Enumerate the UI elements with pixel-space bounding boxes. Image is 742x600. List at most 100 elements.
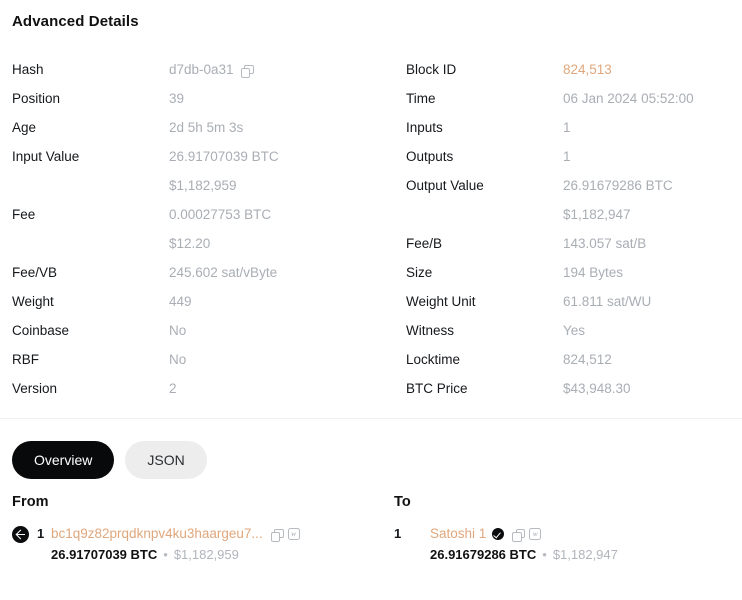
- detail-row-left-0: Hashd7db-0a31: [12, 60, 372, 89]
- to-index: 1: [394, 525, 430, 543]
- wallet-box-icon-glyph: w: [530, 529, 540, 539]
- detail-row-left-9: Version2: [12, 379, 372, 408]
- detail-row-right-3: Outputs1: [406, 147, 742, 176]
- to-separator: •: [542, 546, 547, 564]
- detail-value-text: 2d 5h 5m 3s: [169, 119, 243, 137]
- arrow-left-circle-icon: [12, 526, 29, 543]
- detail-value-text: 1: [563, 119, 571, 137]
- from-entry-body: bc1q9z82prqdknpv4ku3haargeu7... w 26.917…: [51, 525, 300, 564]
- detail-value: d7db-0a31: [169, 60, 252, 79]
- detail-value-text: 245.602 sat/vByte: [169, 264, 277, 282]
- from-title: From: [12, 494, 372, 510]
- detail-value-text: d7db-0a31: [169, 61, 234, 79]
- detail-row-left-4: Fee0.00027753 BTC$12.20: [12, 205, 372, 263]
- to-btc-amount: 26.91679286 BTC: [430, 546, 536, 564]
- tab-overview[interactable]: Overview: [12, 441, 114, 479]
- detail-value: 1: [563, 147, 571, 166]
- detail-value: 26.91679286 BTC $1,182,947: [563, 176, 673, 224]
- detail-label: Output Value: [406, 176, 563, 195]
- to-amount-line: 26.91679286 BTC • $1,182,947: [430, 546, 618, 564]
- from-address-line: bc1q9z82prqdknpv4ku3haargeu7... w: [51, 525, 300, 543]
- tab-json[interactable]: JSON: [125, 441, 206, 479]
- detail-label: Coinbase: [12, 321, 169, 340]
- detail-row-left-1: Position39: [12, 89, 372, 118]
- detail-label: Age: [12, 118, 169, 137]
- detail-label: Position: [12, 89, 169, 108]
- detail-row-right-7: Weight Unit61.811 sat/WU: [406, 292, 742, 321]
- from-separator: •: [163, 546, 168, 564]
- detail-value-secondary: $12.20: [169, 235, 271, 253]
- detail-value[interactable]: 824,513: [563, 60, 612, 79]
- section-divider: [0, 418, 742, 419]
- details-right-column: Block ID824,513Time06 Jan 2024 05:52:00I…: [406, 60, 742, 408]
- wallet-box-icon-glyph: w: [289, 529, 299, 539]
- detail-value-text: 39: [169, 90, 184, 108]
- detail-value-text: $43,948.30: [563, 380, 631, 398]
- detail-value: No: [169, 350, 186, 369]
- view-tabs: Overview JSON: [12, 441, 207, 479]
- detail-label: Fee: [12, 205, 169, 224]
- detail-value-text: 61.811 sat/WU: [563, 293, 651, 311]
- detail-value-primary: 26.91707039 BTC: [169, 148, 279, 166]
- copy-icon[interactable]: [271, 529, 282, 540]
- detail-value: 0.00027753 BTC$12.20: [169, 205, 271, 253]
- detail-value-text: 824,513: [563, 61, 612, 79]
- detail-value: Yes: [563, 321, 585, 340]
- detail-row-left-2: Age2d 5h 5m 3s: [12, 118, 372, 147]
- detail-value: No: [169, 321, 186, 340]
- detail-value-text: 2: [169, 380, 177, 398]
- detail-row-right-1: Time06 Jan 2024 05:52:00: [406, 89, 742, 118]
- copy-icon[interactable]: [512, 529, 523, 540]
- detail-value-text: 824,512: [563, 351, 612, 369]
- details-grid: Hashd7db-0a31Position39Age2d 5h 5m 3sInp…: [0, 60, 742, 408]
- wallet-box-icon[interactable]: w: [529, 528, 541, 540]
- detail-value-text: No: [169, 322, 186, 340]
- detail-label: RBF: [12, 350, 169, 369]
- detail-value: 143.057 sat/B: [563, 234, 646, 253]
- detail-value: 06 Jan 2024 05:52:00: [563, 89, 694, 108]
- advanced-details-panel: Advanced Details Hashd7db-0a31Position39…: [0, 0, 742, 600]
- from-btc-amount: 26.91707039 BTC: [51, 546, 157, 564]
- detail-label: Fee/B: [406, 234, 563, 253]
- detail-label: BTC Price: [406, 379, 563, 398]
- detail-label: Fee/VB: [12, 263, 169, 282]
- to-address[interactable]: Satoshi 1: [430, 525, 486, 543]
- detail-label: Size: [406, 263, 563, 282]
- to-title: To: [394, 494, 742, 510]
- detail-row-right-9: Locktime824,512: [406, 350, 742, 379]
- detail-row-right-5: Fee/B143.057 sat/B: [406, 234, 742, 263]
- from-amount-line: 26.91707039 BTC • $1,182,959: [51, 546, 300, 564]
- detail-row-right-4: Output Value26.91679286 BTC $1,182,947: [406, 176, 742, 234]
- from-usd-amount: $1,182,959: [174, 546, 239, 564]
- detail-label: Hash: [12, 60, 169, 79]
- details-left-column: Hashd7db-0a31Position39Age2d 5h 5m 3sInp…: [12, 60, 372, 408]
- verified-check-icon: [492, 528, 504, 540]
- detail-label: Outputs: [406, 147, 563, 166]
- detail-label: Time: [406, 89, 563, 108]
- detail-label: Locktime: [406, 350, 563, 369]
- detail-value: 824,512: [563, 350, 612, 369]
- from-index: 1: [29, 525, 51, 543]
- copy-icon[interactable]: [241, 65, 252, 76]
- detail-value: 2d 5h 5m 3s: [169, 118, 243, 137]
- detail-value: 245.602 sat/vByte: [169, 263, 277, 282]
- detail-value: 61.811 sat/WU: [563, 292, 651, 311]
- to-entry-body: Satoshi 1 w 26.91679286 BTC • $1,182,947: [430, 525, 618, 564]
- detail-row-left-5: Fee/VB245.602 sat/vByte: [12, 263, 372, 292]
- detail-row-left-7: CoinbaseNo: [12, 321, 372, 350]
- from-section: From 1 bc1q9z82prqdknpv4ku3haargeu7... w…: [12, 494, 372, 564]
- wallet-box-icon[interactable]: w: [288, 528, 300, 540]
- detail-value-secondary: $1,182,959: [169, 177, 279, 195]
- detail-value-primary: 26.91679286 BTC: [563, 177, 673, 195]
- detail-value: $43,948.30: [563, 379, 631, 398]
- detail-value: 194 Bytes: [563, 263, 623, 282]
- page-title: Advanced Details: [12, 13, 139, 30]
- detail-value-text: 1: [563, 148, 571, 166]
- to-address-line: Satoshi 1 w: [430, 525, 618, 543]
- detail-label: Weight: [12, 292, 169, 311]
- detail-row-right-2: Inputs1: [406, 118, 742, 147]
- detail-value-text: No: [169, 351, 186, 369]
- detail-label: Block ID: [406, 60, 563, 79]
- from-address[interactable]: bc1q9z82prqdknpv4ku3haargeu7...: [51, 525, 263, 543]
- detail-value-secondary: $1,182,947: [563, 206, 673, 224]
